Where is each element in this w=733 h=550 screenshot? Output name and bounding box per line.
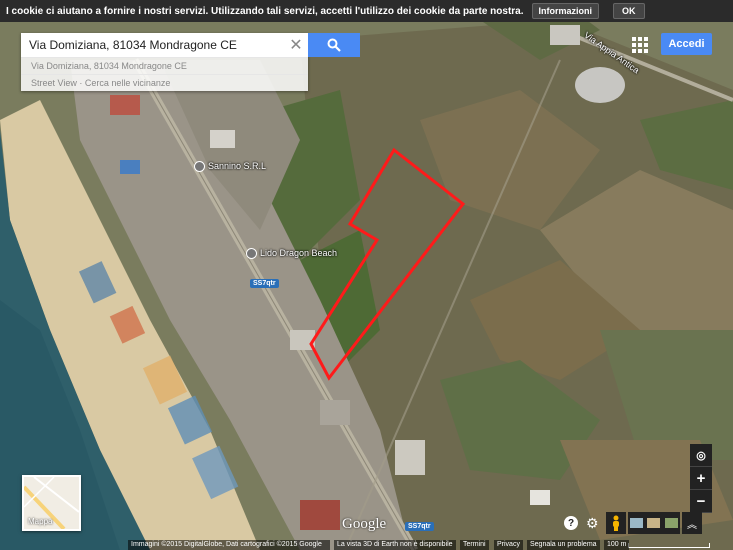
- help-icon[interactable]: ?: [564, 516, 578, 530]
- footer-3d: La vista 3D di Earth non è disponibile: [334, 540, 456, 550]
- footer-terms[interactable]: Termini: [460, 540, 489, 550]
- imagery-strip[interactable]: [628, 512, 680, 534]
- footer-report[interactable]: Segnala un problema: [527, 540, 600, 550]
- poi-lido[interactable]: Lido Dragon Beach: [246, 248, 338, 260]
- search-icon: [327, 38, 341, 52]
- cookie-bar: I cookie ci aiutano a fornire i nostri s…: [0, 0, 733, 22]
- zoom-in-button[interactable]: +: [690, 467, 712, 490]
- cookie-ok-button[interactable]: OK: [613, 3, 645, 19]
- signin-button[interactable]: Accedi: [661, 33, 712, 55]
- poi-lido-label: Lido Dragon Beach: [260, 248, 338, 258]
- camera-icon: [246, 248, 257, 260]
- suggestion-actions[interactable]: Street View · Cerca nelle vicinanze: [21, 74, 308, 91]
- poi-sannino[interactable]: Sannino S.R.L: [194, 161, 267, 173]
- search-input[interactable]: [21, 33, 284, 57]
- clear-icon[interactable]: ✕: [284, 33, 308, 57]
- search-button[interactable]: [308, 33, 360, 57]
- google-logo: Google: [342, 516, 387, 532]
- search-suggestions: Via Domiziana, 81034 Mondragone CE Stree…: [21, 57, 308, 91]
- my-location-icon[interactable]: ◎: [690, 444, 712, 467]
- bottom-toolbar: ? ⚙ ︽: [562, 512, 712, 534]
- imagery-thumb-2[interactable]: [647, 518, 661, 528]
- cookie-info-button[interactable]: Informazioni: [531, 3, 600, 19]
- suggestion-address[interactable]: Via Domiziana, 81034 Mondragone CE: [21, 57, 308, 74]
- imagery-thumb-1[interactable]: [630, 518, 644, 528]
- pegman-icon[interactable]: [606, 512, 626, 534]
- route-badge-bottom: SS7qtr: [405, 522, 434, 531]
- footer-privacy[interactable]: Privacy: [494, 540, 523, 550]
- map-thumb-label: Mappa: [28, 517, 53, 526]
- footer-imagery: Immagini ©2015 DigitalGlobe, Dati cartog…: [128, 540, 330, 550]
- map-view-toggle[interactable]: Mappa: [22, 475, 81, 531]
- apps-grid-icon[interactable]: [632, 37, 648, 53]
- search-panel: ✕ Via Domiziana, 81034 Mondragone CE Str…: [21, 33, 308, 91]
- poi-sannino-label: Sannino S.R.L: [208, 161, 267, 171]
- imagery-thumb-3[interactable]: [664, 518, 678, 528]
- route-badge: SS7qtr: [250, 279, 279, 288]
- poi-icon: [194, 161, 205, 173]
- gear-icon[interactable]: ⚙: [586, 516, 600, 530]
- chevron-up-icon[interactable]: ︽: [682, 512, 702, 534]
- zoom-out-button[interactable]: −: [690, 490, 712, 513]
- footer-scale-label: 100 m: [604, 540, 630, 550]
- footer: Immagini ©2015 DigitalGlobe, Dati cartog…: [0, 540, 733, 550]
- cookie-message: I cookie ci aiutano a fornire i nostri s…: [6, 5, 524, 17]
- zoom-controls: ◎ + −: [690, 444, 712, 513]
